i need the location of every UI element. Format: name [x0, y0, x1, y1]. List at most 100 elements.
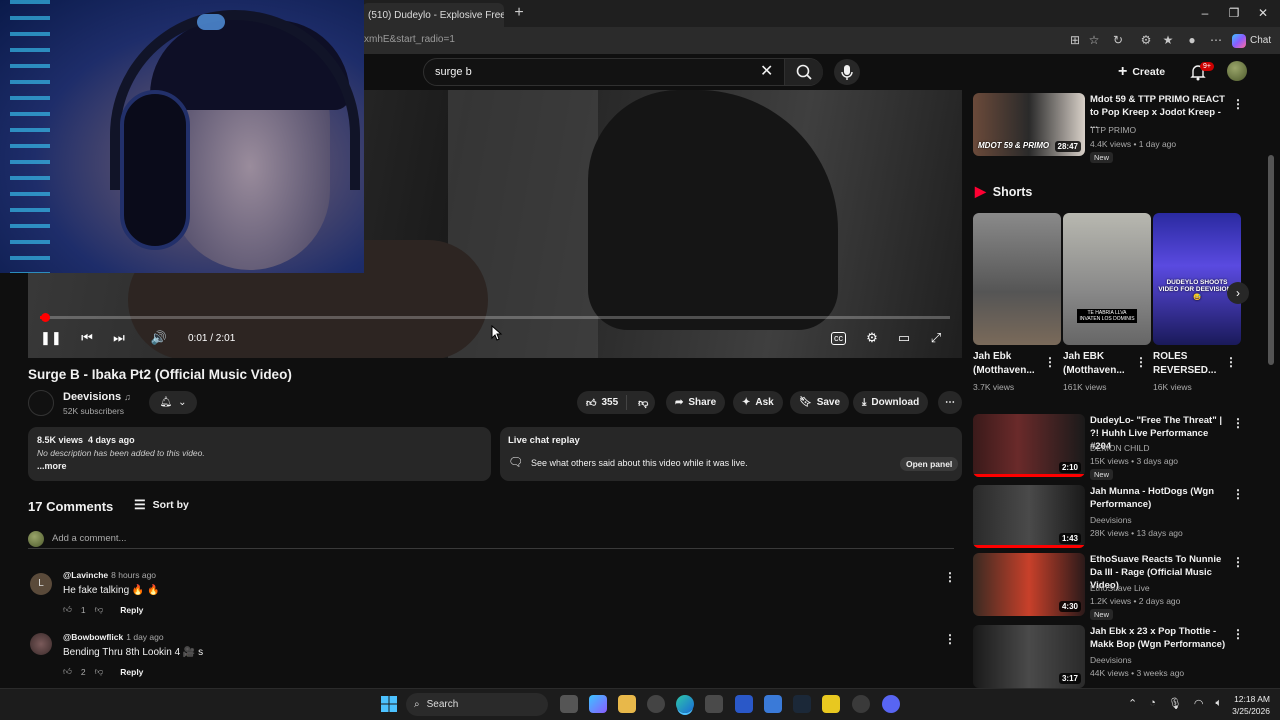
show-more-link[interactable]: ...more [37, 461, 67, 471]
settings-gear-icon[interactable]: ⚙ [863, 329, 881, 347]
share-button[interactable]: ➦ Share [666, 391, 726, 414]
commenter-avatar[interactable]: L [30, 573, 52, 595]
video-thumbnail[interactable]: 4:30 [973, 553, 1085, 616]
thumbs-up-icon[interactable]: 👍︎ [63, 666, 72, 677]
short-thumbnail[interactable] [973, 213, 1061, 345]
new-tab-icon[interactable]: + [510, 4, 528, 22]
restore-icon[interactable]: ❐ [1219, 4, 1249, 22]
speaker-icon[interactable]: 🔈︎ [1215, 697, 1222, 710]
search-box[interactable]: surge b ✕ [423, 58, 823, 86]
ask-button[interactable]: ✦ Ask [733, 391, 783, 414]
previous-icon[interactable]: ⏮ [78, 329, 96, 347]
short-menu-icon[interactable]: ⋮ [1225, 355, 1237, 369]
sidebar-video[interactable]: 3:17 Jah Ebk x 23 x Pop Thottie - Makk B… [973, 625, 1253, 695]
favorite-star-icon[interactable]: ☆ [1086, 32, 1102, 48]
close-window-icon[interactable]: ✕ [1248, 4, 1278, 22]
store-icon[interactable] [705, 695, 723, 713]
scrollbar-thumb[interactable] [1268, 155, 1274, 365]
minimize-icon[interactable]: – [1190, 4, 1220, 22]
open-panel-button[interactable]: Open panel [900, 457, 959, 471]
sort-by-button[interactable]: ☰ Sort by [134, 497, 189, 513]
wifi-icon[interactable]: ◠ [1194, 697, 1204, 710]
short-thumbnail[interactable]: DUDEYLO SHOOTS VIDEO FOR DEEVISIONS 😅 [1153, 213, 1241, 345]
next-icon[interactable]: ⏭ [110, 329, 128, 347]
short-menu-icon[interactable]: ⋮ [1135, 355, 1147, 369]
progress-bar[interactable] [40, 316, 950, 319]
sidebar-menu-icon[interactable]: ⋮ [1232, 416, 1244, 430]
discord-icon[interactable] [882, 695, 900, 713]
search-button[interactable] [784, 59, 823, 85]
video-thumbnail[interactable]: MDOT 59 & PRIMO 28:47 [973, 93, 1085, 156]
sidebar-menu-icon[interactable]: ⋮ [1232, 627, 1244, 641]
steam-icon[interactable] [793, 695, 811, 713]
dislike-button[interactable]: 👎︎ [632, 397, 654, 409]
video-thumbnail[interactable]: 1:43 [973, 485, 1085, 548]
chevron-right-icon[interactable]: › [1227, 282, 1249, 304]
commenter-avatar[interactable] [30, 633, 52, 655]
comment-author[interactable]: @Lavinche 8 hours ago [63, 570, 156, 580]
short-menu-icon[interactable]: ⋮ [1044, 355, 1056, 369]
profile-icon[interactable]: ● [1184, 32, 1200, 48]
roblox-icon[interactable] [822, 695, 840, 713]
fullscreen-icon[interactable]: ⤢ [927, 329, 945, 347]
create-button[interactable]: + Create [1118, 61, 1165, 83]
sidebar-menu-icon[interactable]: ⋮ [1232, 97, 1244, 111]
more-actions-button[interactable]: ⋯ [938, 391, 962, 414]
sidebar-menu-icon[interactable]: ⋮ [1232, 555, 1244, 569]
settings-app-icon[interactable] [647, 695, 665, 713]
video-thumbnail[interactable]: 2:10 [973, 414, 1085, 477]
sidebar-video[interactable]: MDOT 59 & PRIMO 28:47 Mdot 59 & TTP PRIM… [973, 93, 1253, 163]
like-button[interactable]: 👍︎ 355 [577, 395, 628, 410]
browser-tab[interactable]: (510) Dudeylo - Explosive Freestyle [362, 3, 504, 27]
clear-search-icon[interactable]: ✕ [760, 63, 773, 81]
mail-icon[interactable] [764, 695, 782, 713]
notes-app-icon[interactable] [735, 695, 753, 713]
channel-name[interactable]: Deevisions ♫ [63, 391, 131, 403]
taskbar-search[interactable]: ⌕ Search [406, 693, 548, 716]
volume-icon[interactable]: 🔊 [150, 329, 168, 347]
comment-menu-icon[interactable]: ⋮ [944, 570, 956, 584]
subscription-bell-button[interactable]: 🔔︎ ⌄ [149, 391, 197, 414]
thumbs-up-icon[interactable]: 👍︎ [63, 604, 72, 615]
sidebar-video[interactable]: 2:10 DudeyLo- "Free The Threat" | ?! Huh… [973, 414, 1253, 484]
pause-icon[interactable]: ❚❚ [40, 329, 62, 347]
channel-avatar[interactable] [28, 390, 54, 416]
scrubber-handle[interactable] [41, 313, 50, 322]
add-comment-field[interactable]: Add a comment... [28, 531, 954, 549]
captions-icon[interactable]: cc [831, 332, 846, 345]
network-icon[interactable]: ◔ [1149, 697, 1156, 710]
url-text[interactable]: xmhE&start_radio=1 [364, 34, 455, 45]
system-clock[interactable]: 12:18 AM 3/25/2026 [1226, 693, 1270, 717]
video-thumbnail[interactable]: 3:17 [973, 625, 1085, 688]
task-view-icon[interactable] [560, 695, 578, 713]
voice-search-button[interactable] [834, 59, 860, 85]
short-thumbnail[interactable]: TE HABRIA LLVA INVATEN LOS DOMINIS [1063, 213, 1151, 345]
chevron-up-icon[interactable]: ⌃ [1128, 697, 1137, 710]
edge-browser-icon[interactable] [676, 695, 694, 713]
description-box[interactable]: 8.5K views 4 days ago No description has… [28, 427, 491, 481]
reply-button[interactable]: Reply [120, 667, 143, 677]
reply-button[interactable]: Reply [120, 605, 143, 615]
comment-menu-icon[interactable]: ⋮ [944, 632, 956, 646]
app-available-icon[interactable]: ⊞ [1067, 32, 1083, 48]
refresh-icon[interactable]: ↻ [1110, 32, 1126, 48]
account-avatar[interactable] [1227, 61, 1247, 81]
sidebar-menu-icon[interactable]: ⋮ [1232, 487, 1244, 501]
extensions-icon[interactable]: ⚙ [1138, 32, 1154, 48]
download-button[interactable]: ⤓ Download [853, 391, 929, 414]
favorites-icon[interactable]: ★ [1160, 32, 1176, 48]
save-button[interactable]: 🔖︎ Save [790, 391, 850, 414]
thumbs-down-icon[interactable]: 👎︎ [95, 666, 104, 677]
comment-author[interactable]: @Bowbowflick 1 day ago [63, 632, 164, 642]
windows-start-icon[interactable] [381, 696, 397, 712]
copilot-app-icon[interactable] [589, 695, 607, 713]
thumbs-down-icon[interactable]: 👎︎ [95, 604, 104, 615]
microphone-icon[interactable]: 🎙︎ [1168, 697, 1182, 710]
more-menu-icon[interactable]: ⋯ [1208, 32, 1224, 48]
chatgpt-icon[interactable] [852, 695, 870, 713]
sidebar-video[interactable]: 4:30 EthoSuave Reacts To Nunnie Da III -… [973, 553, 1253, 623]
sidebar-video[interactable]: 1:43 Jah Munna - HotDogs (Wgn Performanc… [973, 485, 1253, 555]
copilot-chat-button[interactable]: Chat [1232, 32, 1271, 49]
search-input[interactable]: surge b [435, 66, 472, 78]
theater-mode-icon[interactable]: ▭ [895, 329, 913, 347]
